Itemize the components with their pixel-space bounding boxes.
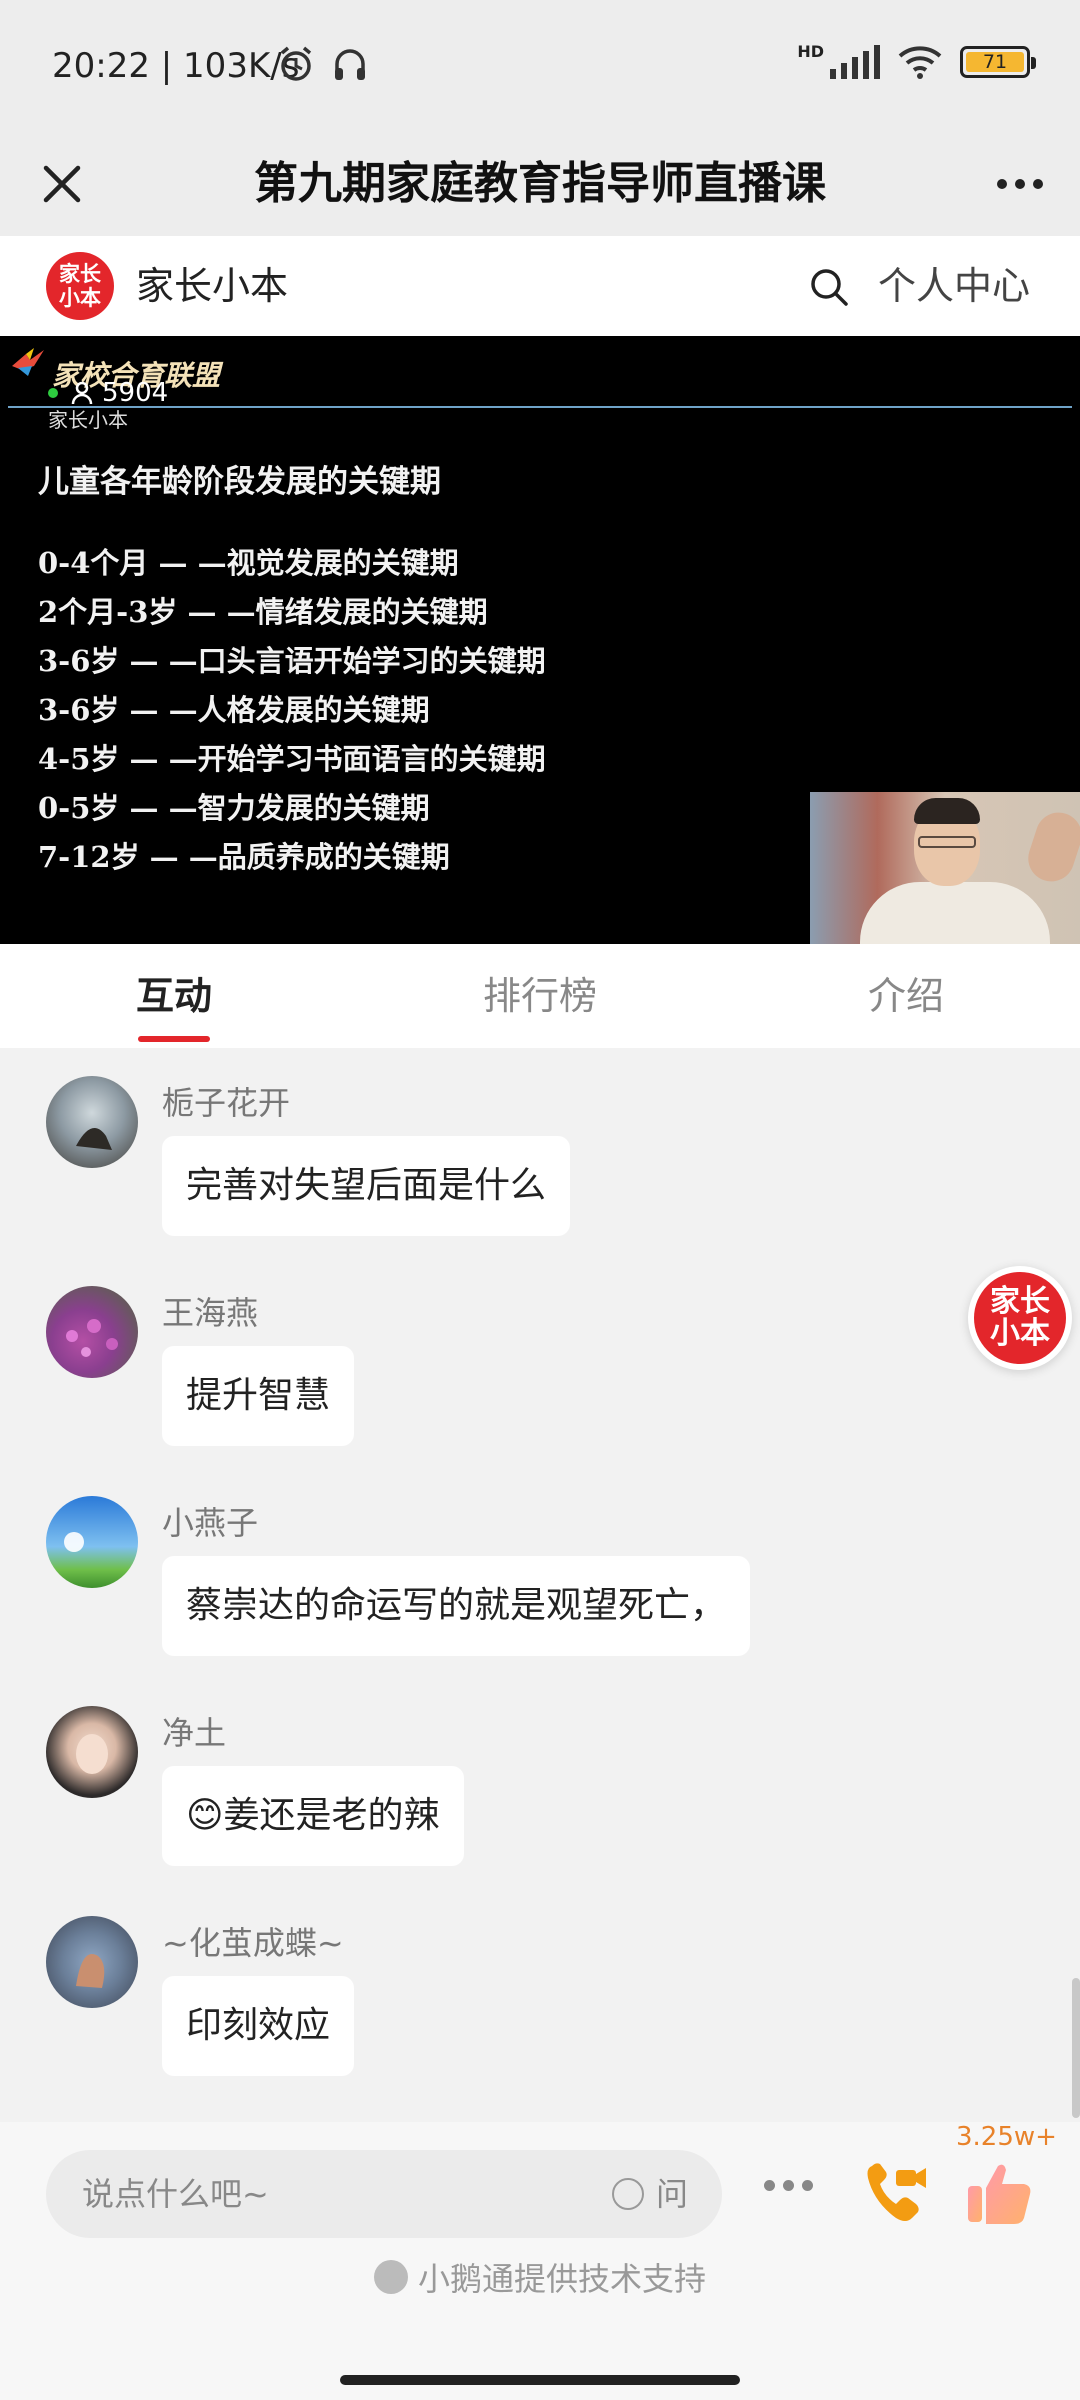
slide-row: 0-4个月 — —视觉发展的关键期 xyxy=(38,546,459,580)
battery-level: 71 xyxy=(966,52,1024,72)
dot-icon xyxy=(783,2180,794,2191)
signal-icon xyxy=(830,45,880,79)
home-indicator[interactable] xyxy=(340,2375,740,2385)
bottom-bar: 说点什么吧~ 问 3.25w+ 小鹅通提供技术支持 xyxy=(0,2122,1080,2400)
status-time: 20:22 | 103K/s xyxy=(52,46,300,86)
status-bar: 20:22 | 103K/s HD 71 xyxy=(0,0,1080,132)
message-bubble: 蔡崇达的命运写的就是观望死亡， xyxy=(162,1556,751,1656)
message-bubble: 😊姜还是老的辣 xyxy=(162,1766,464,1866)
brand-name[interactable]: 家长小本 xyxy=(136,236,288,336)
brand-logo[interactable]: 家长小本 xyxy=(46,252,114,320)
tab-introduction[interactable]: 介绍 xyxy=(786,944,1026,1048)
floating-logo-text: 家长小本 xyxy=(990,1284,1050,1351)
presenter-hair xyxy=(914,798,980,824)
more-dot-icon xyxy=(1033,179,1043,189)
message-username: ~化茧成蝶~ xyxy=(162,1924,344,1962)
video-watermark: 家长小本 xyxy=(48,408,128,432)
search-icon[interactable] xyxy=(808,266,850,308)
xiaoetong-logo-icon xyxy=(373,2260,408,2294)
slide-row: 3-6岁 — —人格发展的关键期 xyxy=(38,693,430,727)
wifi-icon xyxy=(898,46,942,79)
floating-logo: 家长小本 xyxy=(974,1272,1066,1364)
viewer-count-value: 5904 xyxy=(102,378,169,408)
tab-interaction[interactable]: 互动 xyxy=(54,944,294,1048)
avatar[interactable] xyxy=(46,1706,138,1798)
slide-content: 儿童各年龄阶段发展的关键期 0-4个月 — —视觉发展的关键期 2个月-3岁 —… xyxy=(38,456,546,882)
battery-icon: 71 xyxy=(960,46,1036,78)
like-count: 3.25w+ xyxy=(956,2122,1057,2152)
chat-scrollbar[interactable] xyxy=(1072,1978,1080,2118)
video-call-icon[interactable] xyxy=(862,2158,932,2228)
slide-row: 0-5岁 — —智力发展的关键期 xyxy=(38,791,430,825)
thumbs-up-icon[interactable] xyxy=(962,2156,1036,2230)
comment-input[interactable]: 说点什么吧~ 问 xyxy=(46,2150,722,2238)
more-dot-icon xyxy=(1015,179,1025,189)
avatar[interactable] xyxy=(46,1076,138,1168)
message-bubble: 完善对失望后面是什么 xyxy=(162,1136,571,1236)
dot-icon xyxy=(764,2180,775,2191)
alarm-icon xyxy=(280,46,312,81)
tab-label: 排行榜 xyxy=(482,974,597,1018)
avatar[interactable] xyxy=(46,1916,138,2008)
active-tab-indicator xyxy=(138,1036,210,1042)
tech-support-footer: 小鹅通提供技术支持 xyxy=(0,2254,1080,2300)
tab-label: 介绍 xyxy=(867,974,944,1018)
avatar[interactable] xyxy=(46,1286,138,1378)
title-bar: 第九期家庭教育指导师直播课 xyxy=(0,132,1080,236)
dot-icon xyxy=(802,2180,813,2191)
slide-row: 3-6岁 — —口头言语开始学习的关键期 xyxy=(38,644,546,678)
slide-row: 7-12岁 — —品质养成的关键期 xyxy=(38,840,450,874)
ask-question-toggle[interactable]: 问 xyxy=(611,2150,688,2238)
comment-placeholder: 说点什么吧~ xyxy=(82,2175,269,2213)
ask-label: 问 xyxy=(655,2175,688,2213)
bird-logo-icon xyxy=(12,348,44,376)
live-dot xyxy=(48,388,58,398)
message-username: 净土 xyxy=(162,1714,227,1752)
message-username: 王海燕 xyxy=(162,1294,259,1332)
live-video-player[interactable]: 家校合育联盟 家长小本 5904 儿童各年龄阶段发展的关键期 0-4个月 — —… xyxy=(0,336,1080,944)
presenter-body xyxy=(860,882,1050,944)
personal-center-link[interactable]: 个人中心 xyxy=(878,236,1030,336)
tab-ranking[interactable]: 排行榜 xyxy=(420,944,660,1048)
more-options-button[interactable] xyxy=(764,2180,813,2191)
slide-heading: 儿童各年龄阶段发展的关键期 xyxy=(38,464,441,500)
viewer-count: 5904 xyxy=(48,378,169,408)
hd-label: HD xyxy=(797,42,824,61)
more-dot-icon xyxy=(997,179,1007,189)
floating-brand-button[interactable]: 家长小本 xyxy=(968,1266,1072,1370)
tab-label: 互动 xyxy=(135,974,212,1018)
avatar[interactable] xyxy=(46,1496,138,1588)
logo-text: 家长小本 xyxy=(59,262,101,310)
support-text: 小鹅通提供技术支持 xyxy=(417,2260,706,2298)
slide-divider xyxy=(8,406,1072,408)
presenter-glasses xyxy=(918,836,976,848)
presenter-hand xyxy=(1022,806,1080,888)
chat-list[interactable]: 栀子花开 完善对失望后面是什么 王海燕 提升智慧 小燕子 蔡崇达的命运写的就是观… xyxy=(0,1048,1080,2122)
brand-bar: 家长小本 家长小本 个人中心 xyxy=(0,236,1080,336)
slide-row: 2个月-3岁 — —情绪发展的关键期 xyxy=(38,595,488,629)
message-bubble: 印刻效应 xyxy=(162,1976,355,2076)
headphones-icon xyxy=(335,49,365,80)
message-bubble: 提升智慧 xyxy=(162,1346,355,1446)
radio-icon xyxy=(611,2178,644,2210)
tab-bar: 互动 排行榜 介绍 xyxy=(0,944,1080,1048)
message-username: 栀子花开 xyxy=(162,1084,291,1122)
message-username: 小燕子 xyxy=(162,1504,259,1542)
page-title: 第九期家庭教育指导师直播课 xyxy=(254,158,826,209)
slide-row: 4-5岁 — —开始学习书面语言的关键期 xyxy=(38,742,546,776)
close-icon[interactable] xyxy=(30,152,94,216)
presenter-camera[interactable] xyxy=(810,792,1080,944)
more-menu-button[interactable] xyxy=(988,156,1052,212)
viewers-icon xyxy=(71,381,93,405)
